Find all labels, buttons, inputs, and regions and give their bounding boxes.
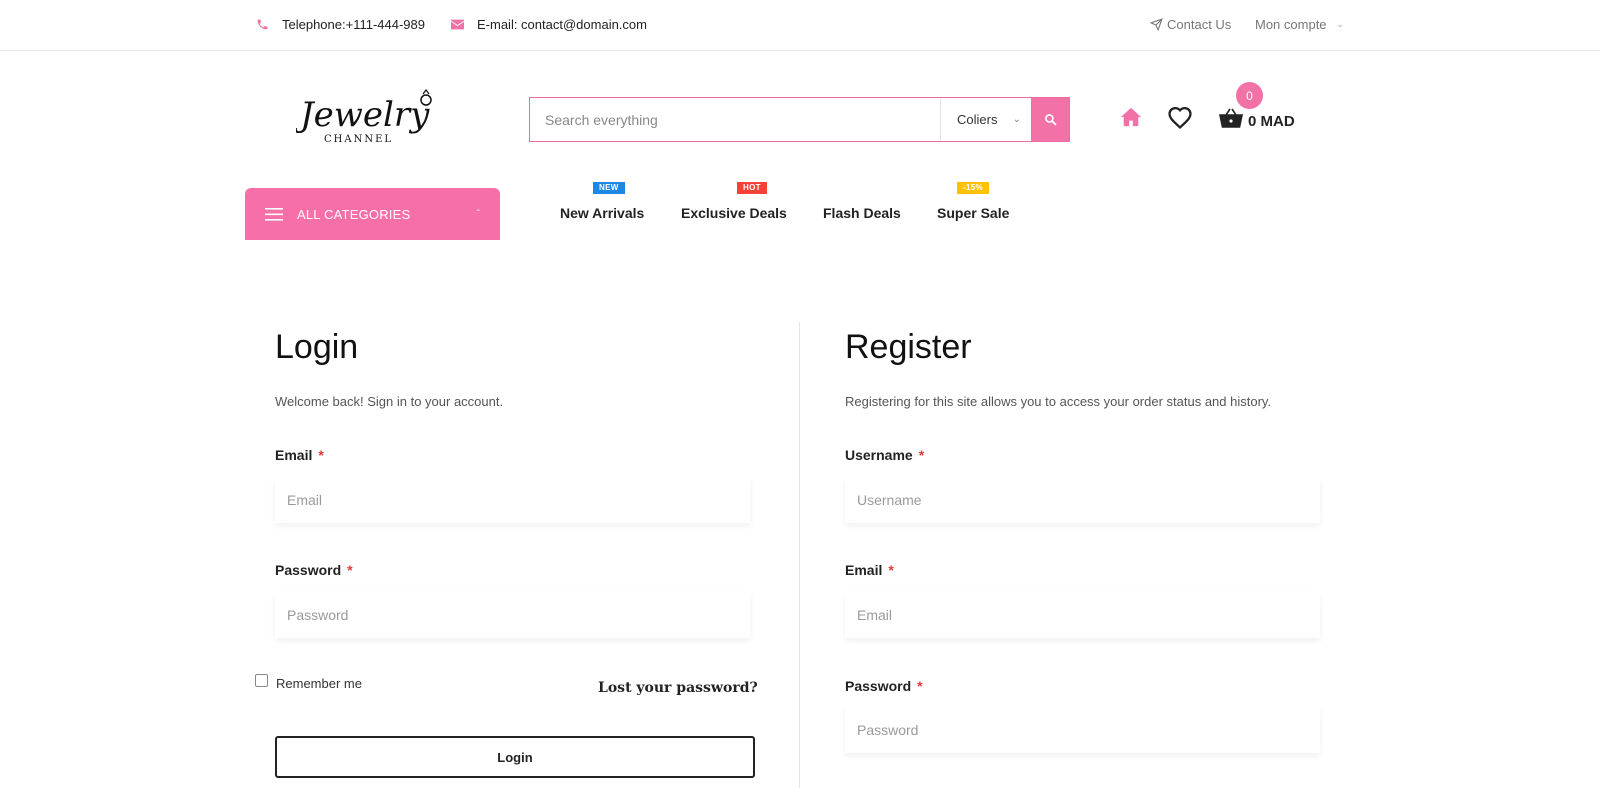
sale-badge: -15% <box>957 182 989 194</box>
basket-icon[interactable] <box>1219 108 1243 133</box>
account-dropdown[interactable]: Mon compte ⌄ <box>1255 17 1344 32</box>
remember-me[interactable]: Remember me <box>255 674 362 691</box>
register-password-field[interactable] <box>845 707 1320 753</box>
top-bar: Telephone:+111-444-989 E-mail: contact@d… <box>0 0 1600 51</box>
register-email-label-text: Email <box>845 562 883 578</box>
search-bar: Coliers ⌄ <box>529 97 1070 142</box>
all-categories-button[interactable]: ALL CATEGORIES ˆ <box>245 188 500 240</box>
required-mark: * <box>347 562 353 578</box>
phone-icon <box>255 18 269 32</box>
logo[interactable]: Jewelry CHANNEL <box>294 86 436 148</box>
chevron-down-icon: ⌄ <box>1012 114 1021 125</box>
home-icon[interactable] <box>1120 107 1142 132</box>
phone-text: Telephone:+111-444-989 <box>282 17 425 32</box>
required-mark: * <box>918 447 925 463</box>
register-username-field[interactable] <box>845 477 1320 523</box>
required-mark: * <box>318 447 324 463</box>
column-divider <box>799 322 800 788</box>
required-mark: * <box>917 678 923 694</box>
contact-us-link[interactable]: Contact Us <box>1150 17 1231 32</box>
search-icon <box>1044 114 1056 126</box>
login-password-field[interactable] <box>275 592 750 638</box>
svg-text:Jewelry: Jewelry <box>296 95 430 135</box>
all-categories-label: ALL CATEGORIES <box>297 206 411 222</box>
login-email-label-text: Email <box>275 447 313 463</box>
nav-super-sale[interactable]: Super Sale <box>937 205 1009 221</box>
nav-exclusive-deals[interactable]: Exclusive Deals <box>681 205 787 221</box>
register-password-label-text: Password <box>845 678 912 694</box>
register-username-label-text: Username <box>845 447 913 463</box>
remember-label: Remember me <box>276 676 362 691</box>
email-info: E-mail: contact@domain.com <box>450 17 647 32</box>
login-password-label: Password * <box>275 562 353 578</box>
email-text: E-mail: contact@domain.com <box>477 17 647 32</box>
contact-us-label: Contact Us <box>1167 17 1232 32</box>
login-title: Login <box>275 328 359 366</box>
hot-badge: HOT <box>737 182 767 194</box>
new-badge: NEW <box>593 182 625 194</box>
account-label: Mon compte <box>1255 17 1327 32</box>
login-button[interactable]: Login <box>275 736 755 778</box>
register-password-label: Password * <box>845 678 923 694</box>
cart-total[interactable]: 0 MAD <box>1248 113 1295 130</box>
login-email-field[interactable] <box>275 477 750 523</box>
login-password-label-text: Password <box>275 562 342 578</box>
search-button[interactable] <box>1031 98 1069 141</box>
chevron-down-icon: ⌄ <box>1336 19 1345 29</box>
nav-new-arrivals[interactable]: New Arrivals <box>560 205 644 221</box>
envelope-icon <box>450 18 464 32</box>
nav-flash-deals[interactable]: Flash Deals <box>823 205 901 221</box>
category-select[interactable]: Coliers ⌄ <box>940 98 1031 141</box>
category-select-value: Coliers <box>957 112 998 127</box>
svg-text:CHANNEL: CHANNEL <box>324 134 393 145</box>
remember-checkbox[interactable] <box>255 674 268 687</box>
search-input[interactable] <box>530 98 940 141</box>
lost-password-link[interactable]: Lost your password? <box>598 680 758 696</box>
paper-plane-icon <box>1150 18 1163 31</box>
required-mark: * <box>888 562 894 578</box>
register-email-field[interactable] <box>845 592 1320 638</box>
login-subtitle: Welcome back! Sign in to your account. <box>275 394 504 409</box>
cart-count-badge: 0 <box>1236 82 1263 109</box>
register-email-label: Email * <box>845 562 894 578</box>
register-username-label: Username * <box>845 447 924 463</box>
heart-icon[interactable] <box>1167 106 1193 134</box>
register-title: Register <box>845 328 972 366</box>
login-email-label: Email * <box>275 447 324 463</box>
phone-info: Telephone:+111-444-989 <box>255 17 425 32</box>
register-subtitle: Registering for this site allows you to … <box>845 394 1272 409</box>
chevron-up-icon: ˆ <box>476 208 480 220</box>
menu-icon <box>265 207 283 221</box>
